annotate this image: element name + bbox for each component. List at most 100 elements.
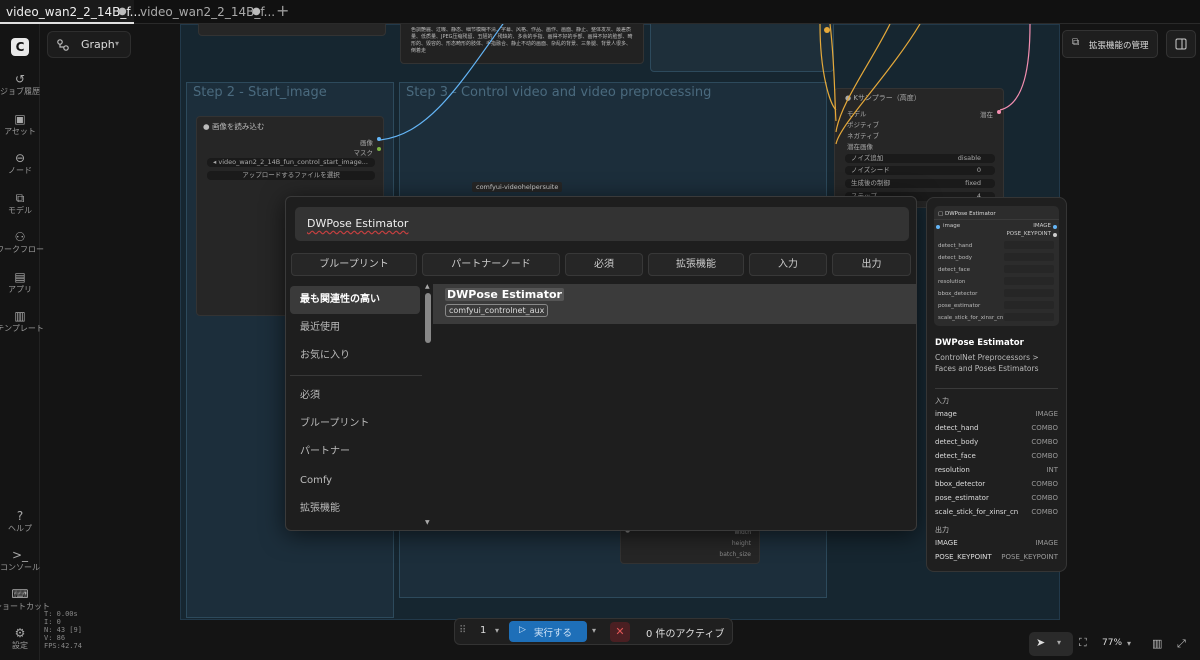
category-essential[interactable]: 必須: [290, 382, 420, 410]
puzzle-icon: ⧉: [1072, 37, 1080, 48]
output-socket: [1053, 233, 1057, 237]
input-row: pose_estimator COMBO: [935, 494, 1058, 502]
category-blueprints[interactable]: ブループリント: [290, 410, 420, 438]
unsaved-dot-icon[interactable]: ●: [118, 0, 127, 24]
filter-tab-essential[interactable]: 必須: [565, 253, 643, 276]
scroll-down-icon[interactable]: ▼: [425, 519, 430, 526]
graph-mode-selector[interactable]: Graph ▾: [47, 31, 131, 58]
preview-widget-box: [1004, 265, 1054, 273]
sidebar-item-templates[interactable]: ▥ テンプレート: [0, 309, 44, 334]
node-icon: ⊖: [14, 151, 26, 165]
search-input[interactable]: DWPose Estimator: [295, 207, 909, 241]
preview-category: ControlNet Preprocessors > Faces and Pos…: [935, 353, 1039, 373]
preview-widget-box: [1004, 241, 1054, 249]
tab-bar: video_wan2_2_14B_f... ● video_wan2_2_14B…: [0, 0, 1200, 24]
category-extensions[interactable]: 拡張機能: [290, 495, 420, 523]
sidebar-item-nodes[interactable]: ⊖ ノード: [0, 151, 40, 176]
help-icon: ?: [16, 509, 24, 523]
run-button[interactable]: ▷ 実行する: [509, 621, 587, 642]
add-tab-button[interactable]: +: [270, 0, 294, 24]
category-recent[interactable]: 最近使用: [290, 314, 420, 342]
cube-icon: ⧉: [15, 191, 25, 205]
perf-stats: T: 0.00s I: 0 N: 43 [9] V: 86 FPS:42.74: [44, 610, 82, 650]
filter-tab-partner-nodes[interactable]: パートナーノード: [422, 253, 560, 276]
output-batch-size: batch_size: [719, 551, 751, 558]
sidebar-item-label: ヘルプ: [8, 524, 32, 533]
sidebar-item-label: ノード: [8, 166, 32, 175]
gear-icon: ⚙: [14, 626, 26, 640]
chevron-down-icon: ▾: [115, 39, 120, 48]
batch-count-input[interactable]: 1: [480, 625, 486, 636]
tab-workflow-1[interactable]: video_wan2_2_14B_f... ●: [0, 0, 141, 24]
console-icon: >_: [11, 548, 29, 562]
comfy-logo-icon[interactable]: C: [11, 38, 29, 56]
active-jobs-label[interactable]: 0 件のアクティブ: [646, 625, 724, 640]
chevron-down-icon: ▾: [1057, 638, 1062, 647]
node-search-dialog: DWPose Estimator ブループリント パートナーノード 必須 拡張機…: [285, 196, 917, 531]
workflow-icon: ⚇: [14, 230, 26, 244]
stat-i: I: 0: [44, 618, 61, 626]
cancel-icon[interactable]: ✕: [610, 622, 630, 642]
toggle-panel-button[interactable]: [1166, 30, 1196, 58]
select-tool-button[interactable]: ➤ ▾: [1029, 632, 1073, 656]
sidebar-item-workflows[interactable]: ⚇ ワークフロー: [0, 230, 44, 255]
node-preview-panel: ▢ DWPose Estimator image IMAGE POSE_KEYP…: [926, 197, 1067, 572]
output-row: IMAGE IMAGE: [935, 539, 1058, 547]
sidebar-item-assets[interactable]: ▣ アセット: [0, 112, 40, 137]
cursor-icon: ➤: [1036, 636, 1046, 649]
input-row: detect_face COMBO: [935, 452, 1058, 460]
history-icon: ↺: [14, 72, 26, 86]
result-item[interactable]: DWPose Estimator comfyui_controlnet_aux: [433, 284, 917, 324]
input-row: bbox_detector COMBO: [935, 480, 1058, 488]
category-comfy[interactable]: Comfy: [290, 467, 420, 495]
category-partner[interactable]: パートナー: [290, 438, 420, 466]
preview-widget-box: [1004, 301, 1054, 309]
scrollbar-thumb[interactable]: [425, 293, 431, 343]
sidebar-item-settings[interactable]: ⚙ 設定: [0, 626, 40, 651]
input-socket: [936, 225, 940, 229]
left-sidebar: C ↺ ジョブ履歴 ▣ アセット ⊖ ノード ⧉ モデル ⚇ ワークフロー ▤ アプリ ▥ テ…: [0, 24, 50, 660]
sidebar-item-apps[interactable]: ▤ アプリ: [0, 270, 40, 295]
play-icon: ▷: [519, 625, 526, 635]
sidebar-item-console[interactable]: >_ コンソール: [0, 548, 40, 573]
sidebar-item-shortcuts[interactable]: ⌨ショートカット: [0, 587, 50, 612]
zoom-chevron-icon[interactable]: ▾: [1127, 639, 1131, 648]
sidebar-item-label: 設定: [12, 641, 28, 650]
result-title: DWPose Estimator: [445, 288, 564, 301]
zoom-level[interactable]: 77%: [1102, 638, 1122, 648]
filter-tab-output[interactable]: 出力: [832, 253, 911, 276]
chevron-down-icon[interactable]: ▾: [495, 626, 499, 635]
sidebar-item-label: ショートカット: [0, 602, 50, 611]
extensions-button-label: 拡張機能の管理: [1089, 41, 1149, 51]
image-icon: ▣: [14, 112, 26, 126]
sidebar-item-models[interactable]: ⧉ モデル: [0, 191, 40, 216]
top-right-actions: ⧉ 拡張機能の管理: [1062, 30, 1196, 58]
tab-workflow-2[interactable]: video_wan2_2_14B_f... ●: [134, 0, 275, 24]
input-row: scale_stick_for_xinsr_cn COMBO: [935, 508, 1058, 516]
output-row: POSE_KEYPOINT POSE_KEYPOINT: [935, 553, 1058, 561]
filter-tab-input[interactable]: 入力: [749, 253, 827, 276]
minimap-icon[interactable]: ▥: [1152, 637, 1162, 650]
sidebar-item-label: ワークフロー: [0, 245, 44, 254]
drag-handle-icon[interactable]: ⠿: [459, 625, 466, 636]
panel-icon: [1175, 38, 1187, 50]
filter-tab-extensions[interactable]: 拡張機能: [648, 253, 744, 276]
sidebar-item-history[interactable]: ↺ ジョブ履歴: [0, 72, 40, 97]
preview-node-title: ▢ DWPose Estimator: [938, 211, 996, 217]
unsaved-dot-icon[interactable]: ●: [252, 0, 261, 24]
sidebar-item-label: コンソール: [0, 563, 40, 572]
category-favorites[interactable]: お気に入り: [290, 342, 420, 370]
app-icon: ▤: [14, 270, 26, 284]
fit-view-icon[interactable]: ⛶: [1079, 636, 1087, 650]
category-most-relevant[interactable]: 最も関連性の高い: [290, 286, 420, 314]
scroll-up-icon[interactable]: ▲: [425, 283, 430, 290]
filter-tab-blueprints[interactable]: ブループリント: [291, 253, 417, 276]
category-scrollbar[interactable]: ▲ ▼: [424, 283, 432, 529]
sidebar-item-help[interactable]: ? ヘルプ: [0, 509, 40, 534]
preview-widget-box: [1004, 253, 1054, 261]
run-options-chevron-icon[interactable]: ▾: [592, 626, 596, 635]
link-visibility-icon[interactable]: ⤢: [1177, 637, 1186, 651]
extensions-manager-button[interactable]: ⧉ 拡張機能の管理: [1062, 30, 1158, 58]
input-row: image IMAGE: [935, 410, 1058, 418]
sidebar-item-label: アセット: [4, 127, 36, 136]
